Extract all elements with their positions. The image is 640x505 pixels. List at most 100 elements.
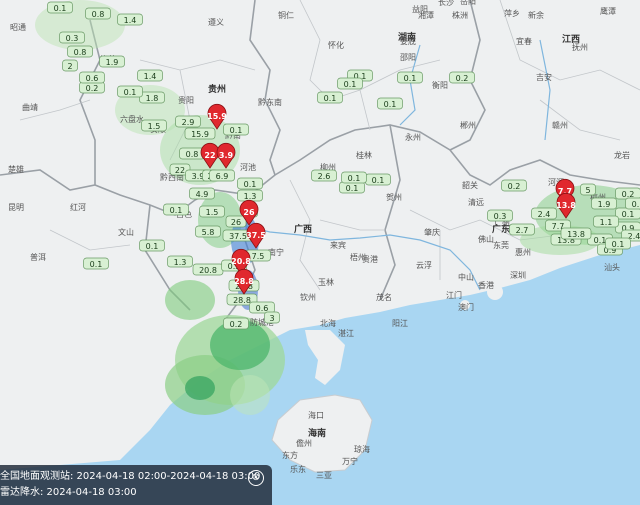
station-value: 2.4 (538, 210, 551, 219)
station-reading[interactable]: 1.8 (139, 91, 165, 104)
station-reading[interactable]: 0.1 (377, 97, 403, 110)
station-reading[interactable]: 0.6 (249, 301, 275, 314)
station-reading[interactable]: 2.9 (175, 115, 201, 128)
station-value: 0.1 (124, 88, 137, 97)
station-value: 0.1 (612, 240, 625, 249)
station-value: 0.1 (244, 180, 257, 189)
city-label: 怀化 (328, 40, 344, 50)
station-reading[interactable]: 5 (580, 183, 596, 196)
station-value: 2 (67, 62, 72, 71)
station-reading[interactable]: 2 (62, 59, 78, 72)
station-reading[interactable]: 0.1 (341, 171, 367, 184)
city-label: 曲靖 (22, 102, 38, 112)
station-reading[interactable]: 0.8 (67, 45, 93, 58)
city-label: 江门 (446, 290, 462, 300)
station-reading[interactable]: 1.3 (237, 189, 263, 202)
station-value: 5 (585, 186, 590, 195)
city-label: 东莞 (493, 240, 509, 250)
pin-value: 26 (243, 208, 255, 217)
station-reading[interactable]: 0.1 (237, 177, 263, 190)
station-value: 0.1 (170, 206, 183, 215)
station-reading[interactable]: 0.1 (615, 207, 640, 220)
city-label: 湛江 (338, 329, 354, 338)
precipitation-map[interactable]: 贵州湖南 江西广西 广东海南遵义铜仁怀化邵阳衡阳株洲吉安赣州宜春抚州郴州永州桂林柳州… (0, 0, 640, 505)
station-reading[interactable]: 1.4 (117, 13, 143, 26)
station-reading[interactable]: 1.3 (167, 255, 193, 268)
station-reading[interactable]: 15.9 (184, 127, 216, 140)
city-label: 吉安 (536, 72, 552, 82)
city-label: 龙岩 (614, 150, 630, 160)
city-label: 红河 (70, 202, 86, 212)
station-value: 0.1 (146, 242, 159, 251)
city-label: 贵阳 (178, 95, 194, 105)
station-reading[interactable]: 1.5 (199, 205, 225, 218)
station-reading[interactable]: 2.7 (509, 223, 535, 236)
station-reading[interactable]: 0.1 (625, 197, 640, 210)
station-value: 0.1 (324, 94, 337, 103)
province-label: 广西 (294, 223, 312, 235)
pin-value: 37.5 (246, 231, 266, 240)
station-reading[interactable]: 1.1 (593, 215, 619, 228)
station-reading[interactable]: 0.1 (117, 85, 143, 98)
station-value: 1.5 (148, 122, 161, 131)
station-reading[interactable]: 0.2 (501, 179, 527, 192)
station-reading[interactable]: 0.2 (615, 187, 640, 200)
city-label: 万宁 (342, 456, 358, 466)
station-reading[interactable]: 0.1 (339, 181, 365, 194)
city-label: 贵港 (362, 254, 378, 264)
station-reading[interactable]: 13.8 (560, 227, 592, 240)
city-label: 昭通 (10, 22, 26, 32)
station-reading[interactable]: 0.2 (449, 71, 475, 84)
close-icon[interactable]: ⊗ (248, 470, 264, 486)
station-reading[interactable]: 5.8 (195, 225, 221, 238)
city-label: 娄底 (400, 36, 416, 46)
city-label: 清远 (468, 197, 484, 207)
station-reading[interactable]: 0.1 (317, 91, 343, 104)
station-reading[interactable]: 0.6 (79, 71, 105, 84)
station-reading[interactable]: 0.1 (47, 1, 73, 14)
station-reading[interactable]: 6.9 (209, 169, 235, 182)
station-value: 0.2 (230, 320, 243, 329)
city-label: 赣州 (552, 120, 568, 130)
pin-value: 3.9 (219, 151, 234, 160)
city-label: 中山 (458, 272, 474, 282)
station-reading[interactable]: 1.9 (591, 197, 617, 210)
station-value: 0.6 (86, 74, 99, 83)
city-label: 昆明 (8, 203, 24, 212)
station-value: 0.6 (256, 304, 269, 313)
station-value: 7.5 (252, 252, 265, 261)
station-value: 1.9 (598, 200, 611, 209)
station-reading[interactable]: 0.1 (337, 77, 363, 90)
station-reading[interactable]: 1.9 (99, 55, 125, 68)
station-reading[interactable]: 0.3 (59, 31, 85, 44)
station-reading[interactable]: 0.8 (85, 7, 111, 20)
pin-value: 15.9 (207, 112, 227, 121)
station-reading[interactable]: 0.1 (223, 123, 249, 136)
station-value: 0.8 (186, 150, 199, 159)
station-reading[interactable]: 0.1 (83, 257, 109, 270)
station-reading[interactable]: 0.1 (163, 203, 189, 216)
station-reading[interactable]: 1.4 (137, 69, 163, 82)
city-label: 岳阳 (460, 0, 476, 6)
station-reading[interactable]: 3 (264, 311, 280, 324)
city-label: 澳门 (458, 302, 474, 312)
city-label: 北海 (320, 318, 336, 328)
city-label: 六盘水 (120, 114, 144, 124)
station-reading[interactable]: 20.8 (192, 263, 224, 276)
station-reading[interactable]: 0.1 (365, 173, 391, 186)
station-reading[interactable]: 2.6 (311, 169, 337, 182)
station-reading[interactable]: 0.1 (605, 237, 631, 250)
station-value: 4.9 (196, 190, 209, 199)
station-reading[interactable]: 26 (225, 215, 247, 228)
station-value: 1.9 (106, 58, 119, 67)
city-label: 钦州 (300, 292, 316, 302)
station-reading[interactable]: 0.2 (223, 317, 249, 330)
station-reading[interactable]: 4.9 (189, 187, 215, 200)
station-reading[interactable]: 1.5 (141, 119, 167, 132)
station-reading[interactable]: 0.1 (139, 239, 165, 252)
station-reading[interactable]: 0.3 (487, 209, 513, 222)
station-reading[interactable]: 0.2 (79, 81, 105, 94)
station-reading[interactable]: 2.4 (531, 207, 557, 220)
station-value: 0.1 (54, 4, 67, 13)
station-reading[interactable]: 0.1 (397, 71, 423, 84)
